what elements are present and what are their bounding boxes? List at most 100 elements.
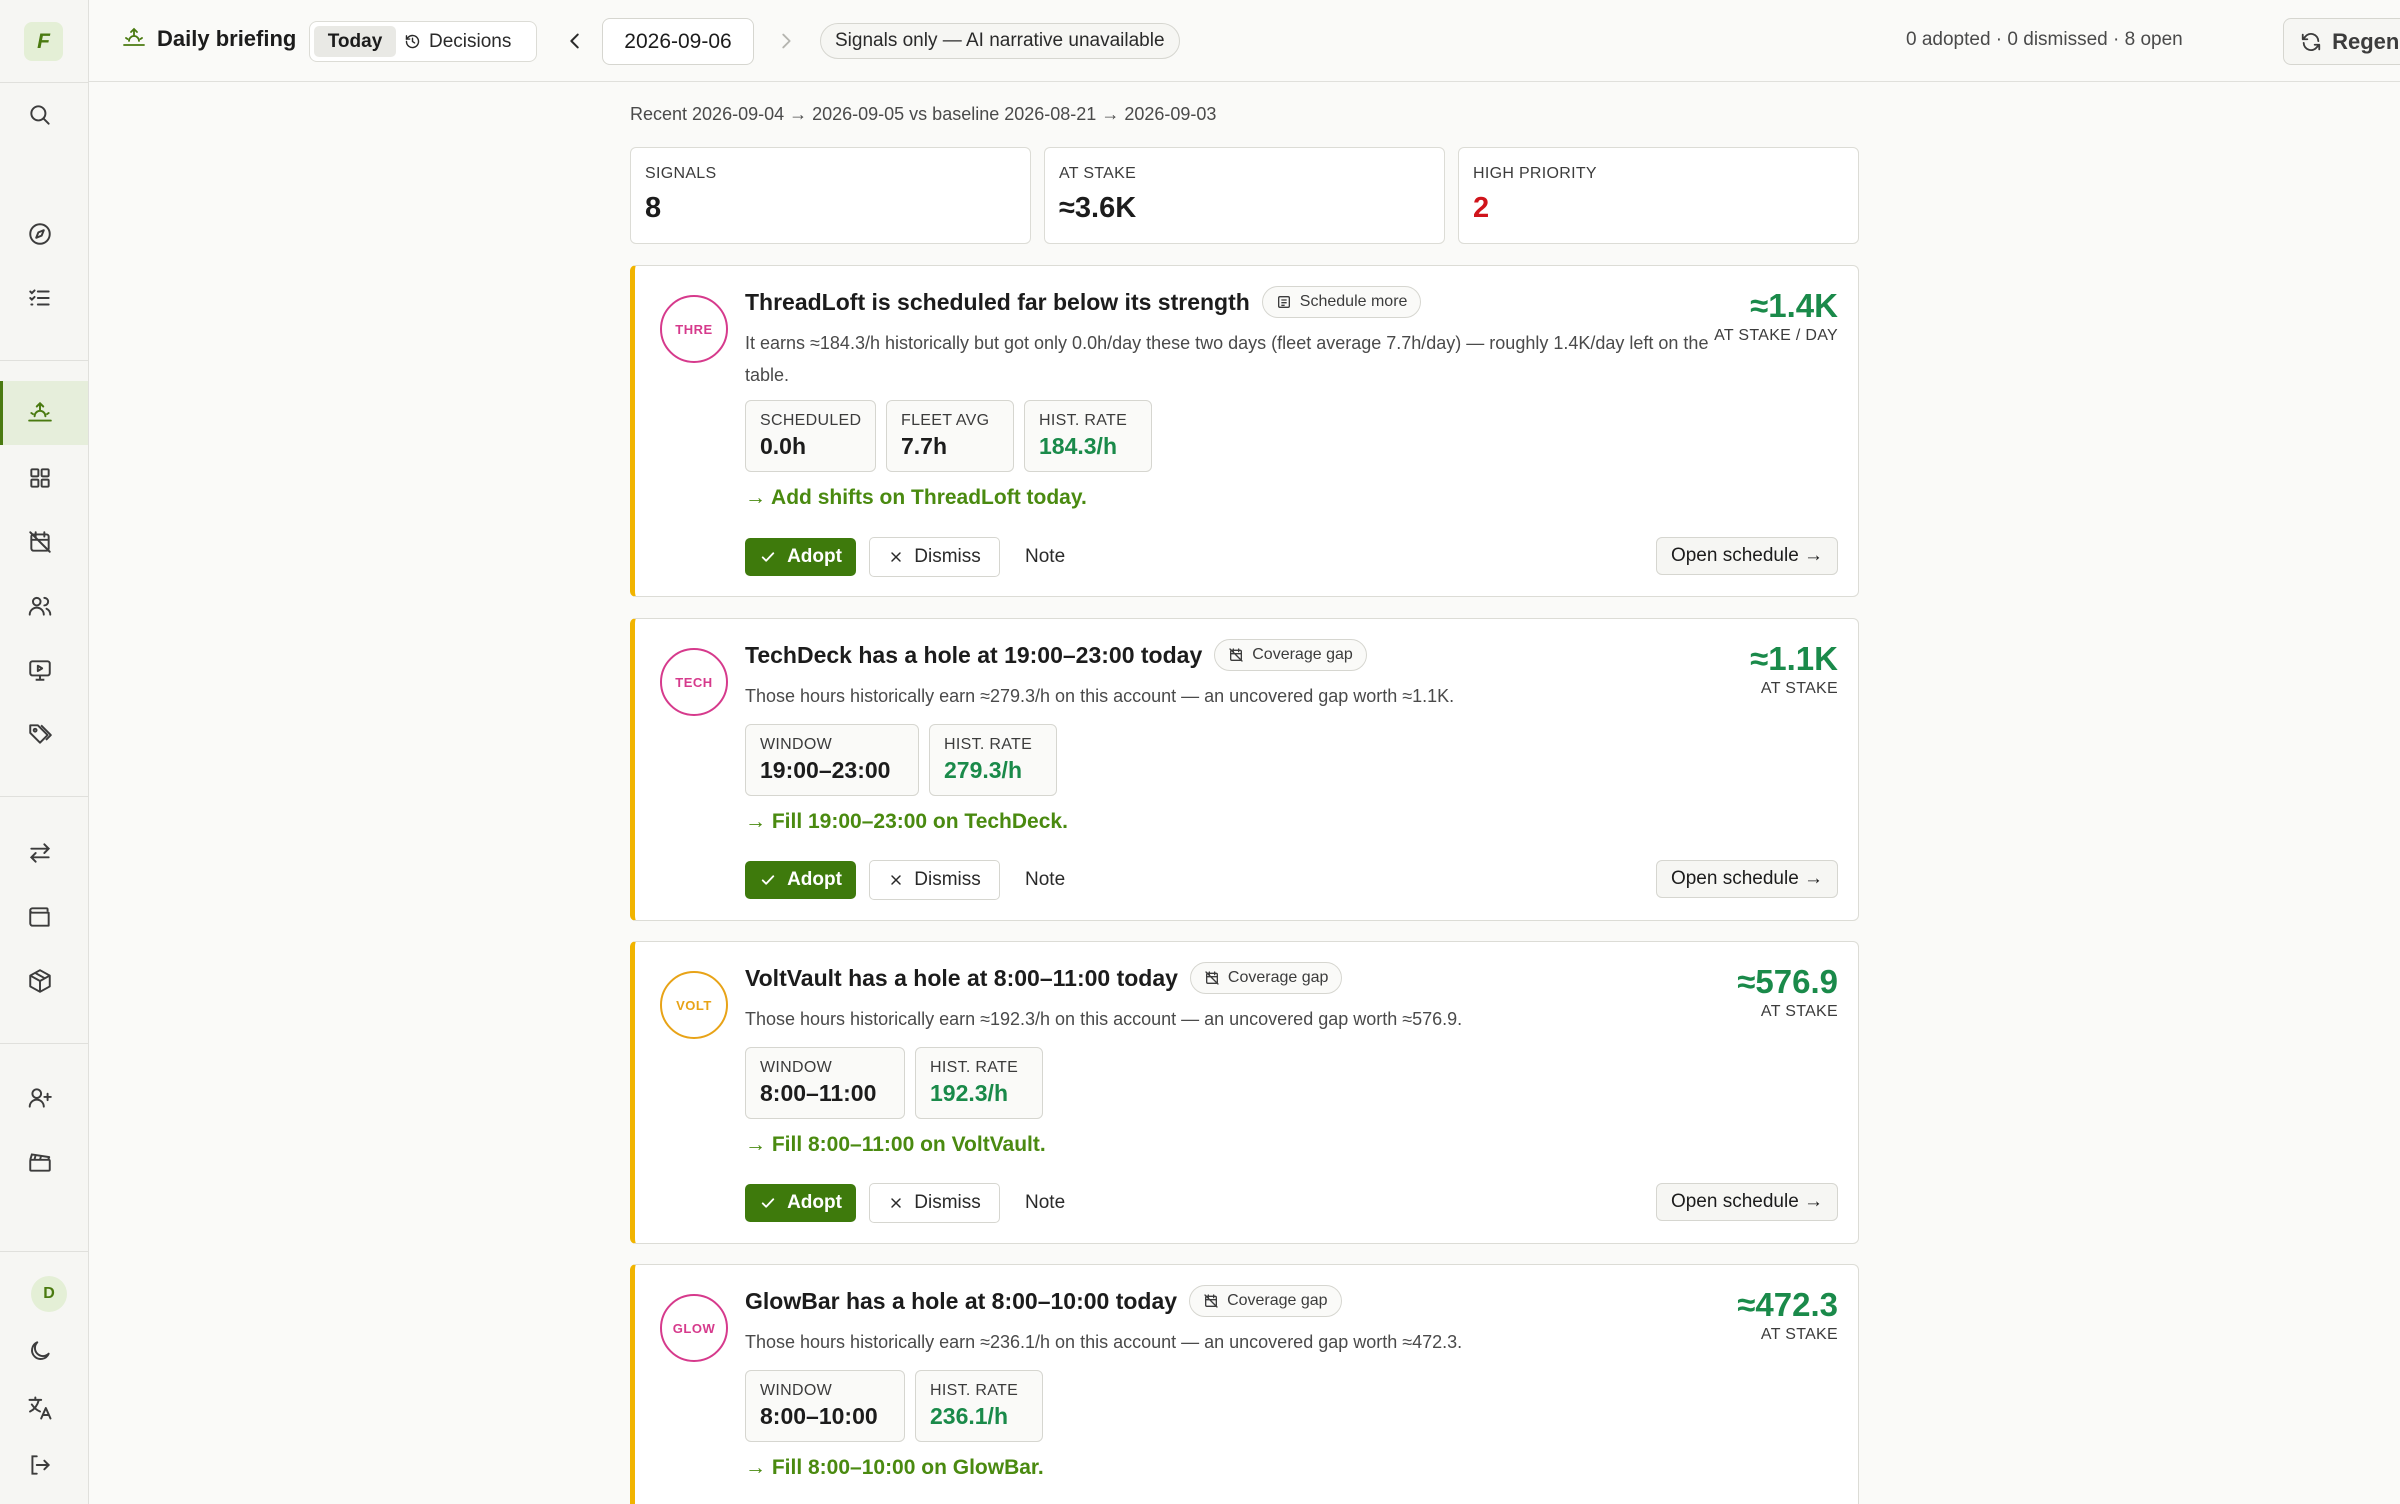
stat-label: AT STAKE bbox=[1059, 165, 1137, 182]
metric-label: SCHEDULED bbox=[760, 412, 862, 429]
dismiss-button[interactable]: Dismiss bbox=[869, 537, 1000, 577]
note-button[interactable]: Note bbox=[1025, 869, 1065, 891]
open-schedule-button[interactable]: Open schedule → bbox=[1656, 537, 1838, 575]
tags-icon[interactable] bbox=[23, 717, 57, 751]
clapperboard-icon[interactable] bbox=[23, 1145, 57, 1179]
tab-decisions[interactable]: Decisions bbox=[404, 26, 511, 57]
metric: HIST. RATE 236.1/h bbox=[915, 1370, 1043, 1442]
sidebar: F D bbox=[0, 0, 89, 1504]
at-stake-amount: ≈1.1K AT STAKE bbox=[1750, 640, 1838, 698]
sidebar-divider bbox=[0, 1043, 89, 1044]
metric-label: HIST. RATE bbox=[930, 1059, 1019, 1076]
sidebar-divider bbox=[0, 1251, 89, 1252]
adopt-button[interactable]: Adopt bbox=[745, 538, 856, 576]
transfer-arrows-icon[interactable] bbox=[23, 836, 57, 870]
dismiss-label: Dismiss bbox=[914, 1192, 981, 1213]
moon-icon[interactable] bbox=[23, 1334, 57, 1368]
card-actions: Adopt Dismiss Note bbox=[745, 537, 1065, 577]
add-user-icon[interactable] bbox=[23, 1081, 57, 1115]
logout-icon[interactable] bbox=[23, 1448, 57, 1482]
metric-label: WINDOW bbox=[760, 1382, 833, 1399]
amount-label: AT STAKE / DAY bbox=[1714, 327, 1838, 344]
sunrise-briefing-icon[interactable] bbox=[23, 396, 57, 430]
metrics-row: WINDOW 19:00–23:00 HIST. RATE 279.3/h bbox=[745, 724, 1057, 796]
previous-day-button[interactable] bbox=[564, 30, 586, 52]
metric-value: 8:00–11:00 bbox=[760, 1080, 877, 1106]
open-schedule-button[interactable]: Open schedule → bbox=[1656, 860, 1838, 898]
signal-description: Those hours historically earn ≈279.3/h o… bbox=[745, 686, 1455, 706]
amount-value: ≈576.9 bbox=[1737, 963, 1838, 1000]
stat-value: ≈3.6K bbox=[1059, 192, 1137, 224]
checklist-icon[interactable] bbox=[23, 281, 57, 315]
date-picker[interactable]: 2026-09-06 bbox=[602, 18, 754, 65]
note-button[interactable]: Note bbox=[1025, 1192, 1065, 1214]
signal-title: GlowBar has a hole at 8:00–10:00 today bbox=[745, 1287, 1178, 1314]
check-icon bbox=[759, 871, 777, 889]
signal-type-label: Schedule more bbox=[1299, 293, 1408, 310]
metric-label: HIST. RATE bbox=[1039, 412, 1128, 429]
translate-icon[interactable] bbox=[23, 1391, 57, 1425]
metric-value: 236.1/h bbox=[930, 1403, 1008, 1429]
adopt-label: Adopt bbox=[787, 546, 842, 567]
list-icon bbox=[1276, 294, 1292, 310]
metrics-row: WINDOW 8:00–11:00 HIST. RATE 192.3/h bbox=[745, 1047, 1043, 1119]
account-avatar: VOLT bbox=[660, 971, 728, 1039]
tab-today[interactable]: Today bbox=[314, 26, 396, 57]
compass-icon[interactable] bbox=[23, 217, 57, 251]
metric: WINDOW 8:00–11:00 bbox=[745, 1047, 905, 1119]
open-schedule-button[interactable]: Open schedule → bbox=[1656, 1183, 1838, 1221]
dismiss-button[interactable]: Dismiss bbox=[869, 860, 1000, 900]
note-button[interactable]: Note bbox=[1025, 546, 1065, 568]
package-icon[interactable] bbox=[23, 964, 57, 998]
sidebar-divider bbox=[0, 360, 89, 361]
regenerate-button[interactable]: Regenerate bbox=[2283, 18, 2400, 65]
metric-label: HIST. RATE bbox=[944, 736, 1033, 753]
adopt-button[interactable]: Adopt bbox=[745, 1184, 856, 1222]
calendar-off-icon bbox=[1203, 1293, 1219, 1309]
grid-icon[interactable] bbox=[23, 461, 57, 495]
signal-type-badge: Coverage gap bbox=[1214, 639, 1367, 671]
date-range-comparison: Recent 2026-09-04 → 2026-09-05 vs baseli… bbox=[630, 104, 1217, 124]
calendar-off-icon bbox=[1204, 970, 1220, 986]
top-bar: Daily briefing Today Decisions 2026-09-0… bbox=[89, 0, 2400, 82]
stat-label: SIGNALS bbox=[645, 165, 717, 182]
recommended-action: → Add shifts on ThreadLoft today. bbox=[745, 486, 1087, 509]
metric-value: 279.3/h bbox=[944, 757, 1022, 783]
user-avatar[interactable]: D bbox=[31, 1276, 67, 1312]
metric-value: 7.7h bbox=[901, 433, 948, 459]
regenerate-label: Regenerate bbox=[2332, 28, 2400, 54]
monitor-play-icon[interactable] bbox=[23, 653, 57, 687]
metric-label: WINDOW bbox=[760, 1059, 833, 1076]
signal-card: TECH TechDeck has a hole at 19:00–23:00 … bbox=[630, 618, 1859, 921]
search-icon[interactable] bbox=[23, 98, 57, 132]
signal-type-label: Coverage gap bbox=[1252, 646, 1353, 663]
adopt-button[interactable]: Adopt bbox=[745, 861, 856, 899]
dismiss-button[interactable]: Dismiss bbox=[869, 1183, 1000, 1223]
close-icon bbox=[888, 1195, 904, 1211]
history-icon bbox=[404, 33, 421, 50]
signal-description: Those hours historically earn ≈192.3/h o… bbox=[745, 1009, 1463, 1029]
signal-title: ThreadLoft is scheduled far below its st… bbox=[745, 288, 1250, 315]
app-logo[interactable]: F bbox=[24, 22, 63, 61]
metric-value: 8:00–10:00 bbox=[760, 1403, 878, 1429]
page-title: Daily briefing bbox=[157, 26, 297, 51]
wallet-icon[interactable] bbox=[23, 900, 57, 934]
amount-value: ≈1.1K bbox=[1750, 640, 1838, 677]
amount-value: ≈472.3 bbox=[1737, 1286, 1838, 1323]
signal-description: Those hours historically earn ≈236.1/h o… bbox=[745, 1332, 1463, 1352]
refresh-icon bbox=[2300, 31, 2322, 53]
adopt-label: Adopt bbox=[787, 869, 842, 890]
at-stake-amount: ≈576.9 AT STAKE bbox=[1737, 963, 1838, 1021]
amount-value: ≈1.4K bbox=[1750, 287, 1838, 324]
signal-card: THRE ThreadLoft is scheduled far below i… bbox=[630, 265, 1859, 597]
metric: SCHEDULED 0.0h bbox=[745, 400, 876, 472]
metric: WINDOW 19:00–23:00 bbox=[745, 724, 919, 796]
signal-card: VOLT VoltVault has a hole at 8:00–11:00 … bbox=[630, 941, 1859, 1244]
users-icon[interactable] bbox=[23, 589, 57, 623]
decision-counts: 0 adopted · 0 dismissed · 8 open bbox=[1906, 29, 2183, 50]
metric-label: FLEET AVG bbox=[901, 412, 990, 429]
metric-label: WINDOW bbox=[760, 736, 833, 753]
calendar-off-icon[interactable] bbox=[23, 525, 57, 559]
next-day-button[interactable] bbox=[775, 30, 797, 52]
at-stake-amount: ≈472.3 AT STAKE bbox=[1737, 1286, 1838, 1344]
